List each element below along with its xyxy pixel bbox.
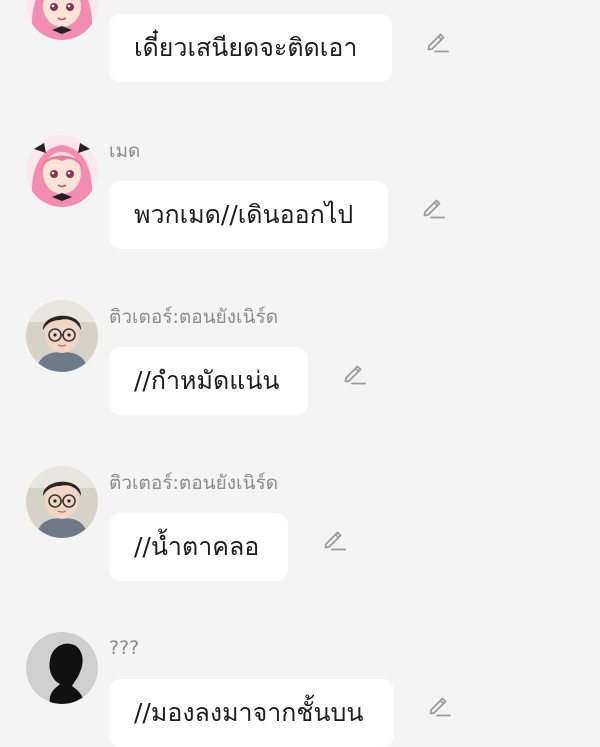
pencil-icon[interactable] <box>424 28 450 54</box>
pencil-icon[interactable] <box>341 360 367 386</box>
pencil-icon[interactable] <box>426 692 452 718</box>
glasses-boy-avatar[interactable] <box>26 466 98 538</box>
sender-name: ติวเตอร์:ตอนยังเนิร์ด <box>109 306 279 328</box>
glasses-boy-avatar[interactable] <box>26 300 98 372</box>
message-bubble[interactable]: //มองลงมาจากชั้นบน <box>109 679 394 747</box>
message-bubble[interactable]: พวกเมด//เดินออกไป <box>109 181 388 249</box>
message-bubble[interactable]: //น้ำตาคลอ <box>109 513 288 581</box>
sender-name: เมด <box>109 140 141 162</box>
sender-name: ??? <box>109 637 140 659</box>
sender-name: ติวเตอร์:ตอนยังเนิร์ด <box>109 472 279 494</box>
anime-girl-avatar[interactable] <box>26 0 98 40</box>
anime-girl-avatar[interactable] <box>26 135 98 207</box>
message-bubble[interactable]: //กำหมัดแน่น <box>109 347 308 415</box>
message-bubble[interactable]: เดี๋ยวเสนียดจะติดเอา <box>109 14 392 82</box>
pencil-icon[interactable] <box>321 526 347 552</box>
silhouette-avatar[interactable] <box>26 632 98 704</box>
pencil-icon[interactable] <box>420 194 446 220</box>
